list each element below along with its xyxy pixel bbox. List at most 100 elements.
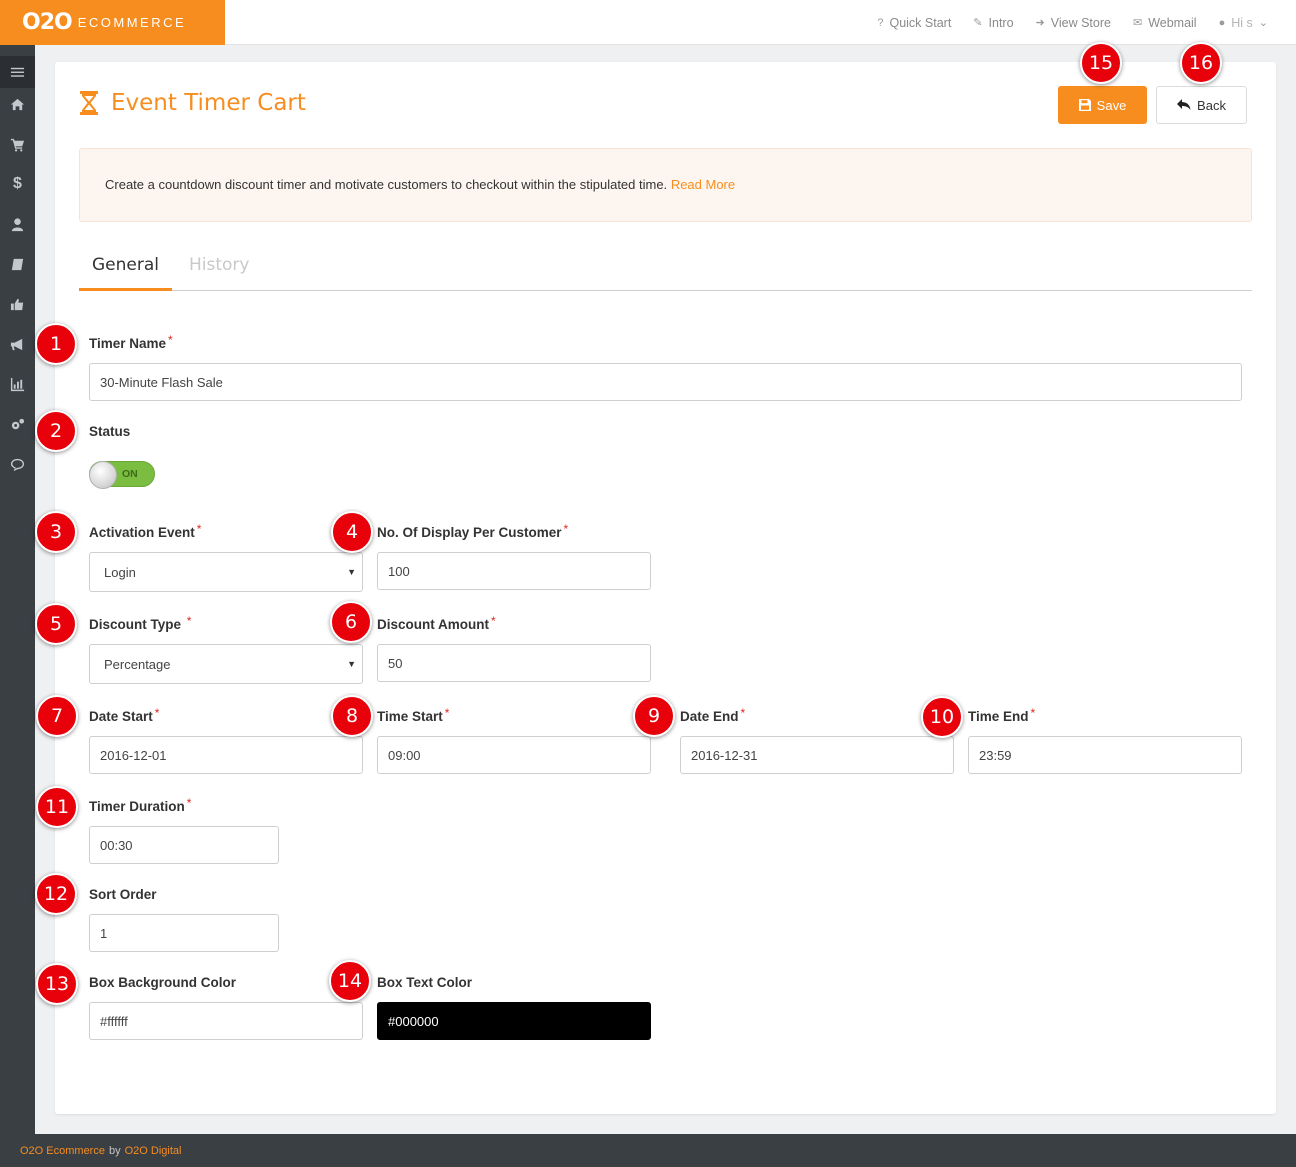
activation-event-label-text: Activation Event <box>89 525 195 540</box>
required-mark: * <box>491 614 496 628</box>
timer-duration-value: 00:30 <box>100 837 133 853</box>
callout-badge: 10 <box>921 696 963 738</box>
brand-logo[interactable]: O2O ECOMMERCE <box>0 0 225 45</box>
date-start-input[interactable]: 2016-12-01 <box>89 736 363 774</box>
home-icon[interactable] <box>0 88 35 120</box>
required-mark: * <box>563 522 569 536</box>
time-end-label: Time End * <box>968 706 1036 724</box>
top-bar: O2O ECOMMERCE ? Quick Start ✎ Intro ➜ Vi… <box>0 0 1296 45</box>
timer-name-input[interactable]: 30-Minute Flash Sale <box>89 363 1242 401</box>
display-per-customer-value: 100 <box>388 563 410 579</box>
time-start-label: Time Start * <box>377 706 450 724</box>
callout-badge: 14 <box>329 960 371 1002</box>
tab-bar: General History <box>79 245 1252 291</box>
time-start-input[interactable]: 09:00 <box>377 736 651 774</box>
tab-general[interactable]: General <box>79 245 172 291</box>
status-toggle[interactable]: ON <box>89 461 155 489</box>
required-mark: * <box>196 522 202 536</box>
view-store-label: View Store <box>1050 15 1111 30</box>
chart-icon[interactable] <box>0 368 35 400</box>
date-end-label-text: Date End <box>680 709 739 724</box>
read-more-link[interactable]: Read More <box>671 177 735 192</box>
thumbs-up-icon[interactable] <box>0 288 35 320</box>
user-icon: ● <box>1218 16 1226 29</box>
intro-link[interactable]: ✎ Intro <box>973 16 1013 30</box>
date-start-label: Date Start * <box>89 706 160 724</box>
date-end-label: Date End * <box>680 706 746 724</box>
discount-amount-label-text: Discount Amount <box>377 617 489 632</box>
discount-amount-value: 50 <box>388 655 403 671</box>
webmail-label: Webmail <box>1148 15 1197 30</box>
sidebar: $ <box>0 45 35 1134</box>
user-icon[interactable] <box>0 208 35 240</box>
box-bg-color-value: #ffffff <box>100 1013 128 1029</box>
callout-badge: 8 <box>331 695 373 737</box>
footer: O2O Ecommerce by O2O Digital <box>0 1134 1296 1167</box>
footer-brand-link[interactable]: O2O Ecommerce <box>20 1145 105 1157</box>
comment-icon[interactable] <box>0 448 35 480</box>
box-text-color-label: Box Text Color <box>377 975 473 990</box>
callout-badge: 5 <box>35 603 77 645</box>
magic-wand-icon: ✎ <box>973 17 983 29</box>
callout-badge: 7 <box>36 695 78 737</box>
dollar-icon[interactable]: $ <box>0 168 35 200</box>
required-mark: * <box>186 796 192 810</box>
save-label: Save <box>1096 97 1127 113</box>
sort-order-input[interactable]: 1 <box>89 914 279 952</box>
date-end-input[interactable]: 2016-12-31 <box>680 736 954 774</box>
required-mark: * <box>740 706 746 720</box>
display-per-customer-label: No. Of Display Per Customer * <box>377 522 569 540</box>
info-callout: Create a countdown discount timer and mo… <box>79 148 1252 222</box>
hourglass-icon <box>80 91 98 115</box>
sign-in-icon: ➜ <box>1035 17 1045 29</box>
time-end-label-text: Time End <box>968 709 1029 724</box>
status-label: Status <box>89 424 131 439</box>
time-end-input[interactable]: 23:59 <box>968 736 1242 774</box>
view-store-link[interactable]: ➜ View Store <box>1036 16 1111 30</box>
timer-duration-input[interactable]: 00:30 <box>89 826 279 864</box>
discount-type-label-text: Discount Type <box>89 617 182 632</box>
menu-icon[interactable] <box>0 56 35 88</box>
callout-badge: 16 <box>1180 42 1222 84</box>
discount-amount-input[interactable]: 50 <box>377 644 651 682</box>
required-mark: * <box>154 706 160 720</box>
activation-event-select[interactable]: Login ▼ <box>89 552 363 592</box>
user-greeting: Hi s <box>1231 15 1253 30</box>
discount-amount-label: Discount Amount * <box>377 614 496 632</box>
box-bg-color-input[interactable]: #ffffff <box>89 1002 363 1040</box>
required-mark: * <box>1030 706 1036 720</box>
user-menu[interactable]: ● Hi s ⌄ <box>1219 16 1268 30</box>
box-text-color-value: #000000 <box>388 1013 439 1029</box>
chevron-down-icon: ⌄ <box>1258 17 1268 29</box>
quick-start-link[interactable]: ? Quick Start <box>877 16 951 30</box>
megaphone-icon[interactable] <box>0 328 35 360</box>
time-start-label-text: Time Start <box>377 709 443 724</box>
date-start-label-text: Date Start <box>89 709 153 724</box>
back-button[interactable]: Back <box>1156 86 1247 124</box>
save-button[interactable]: Save <box>1058 86 1147 124</box>
cart-icon[interactable] <box>0 128 35 160</box>
cogs-icon[interactable] <box>0 408 35 440</box>
time-end-value: 23:59 <box>979 747 1012 763</box>
webmail-link[interactable]: ✉ Webmail <box>1133 16 1197 30</box>
date-end-value: 2016-12-31 <box>691 747 758 763</box>
caret-down-icon: ▼ <box>347 659 356 669</box>
required-mark: * <box>186 614 192 628</box>
callout-badge: 4 <box>331 511 373 553</box>
toggle-knob <box>89 461 117 489</box>
activation-event-value: Login <box>104 564 136 580</box>
book-icon[interactable] <box>0 248 35 280</box>
time-start-value: 09:00 <box>388 747 421 763</box>
timer-name-label-text: Timer Name <box>89 336 167 351</box>
tab-history[interactable]: History <box>189 245 249 291</box>
box-text-color-input[interactable]: #000000 <box>377 1002 651 1040</box>
footer-company-link[interactable]: O2O Digital <box>125 1145 182 1157</box>
discount-type-select[interactable]: Percentage ▼ <box>89 644 363 684</box>
callout-badge: 9 <box>633 695 675 737</box>
back-label: Back <box>1197 97 1226 113</box>
page-header: Event Timer Cart <box>79 90 306 116</box>
display-per-customer-input[interactable]: 100 <box>377 552 651 590</box>
timer-name-label: Timer Name * <box>89 333 173 351</box>
required-mark: * <box>444 706 450 720</box>
envelope-icon: ✉ <box>1132 17 1143 29</box>
